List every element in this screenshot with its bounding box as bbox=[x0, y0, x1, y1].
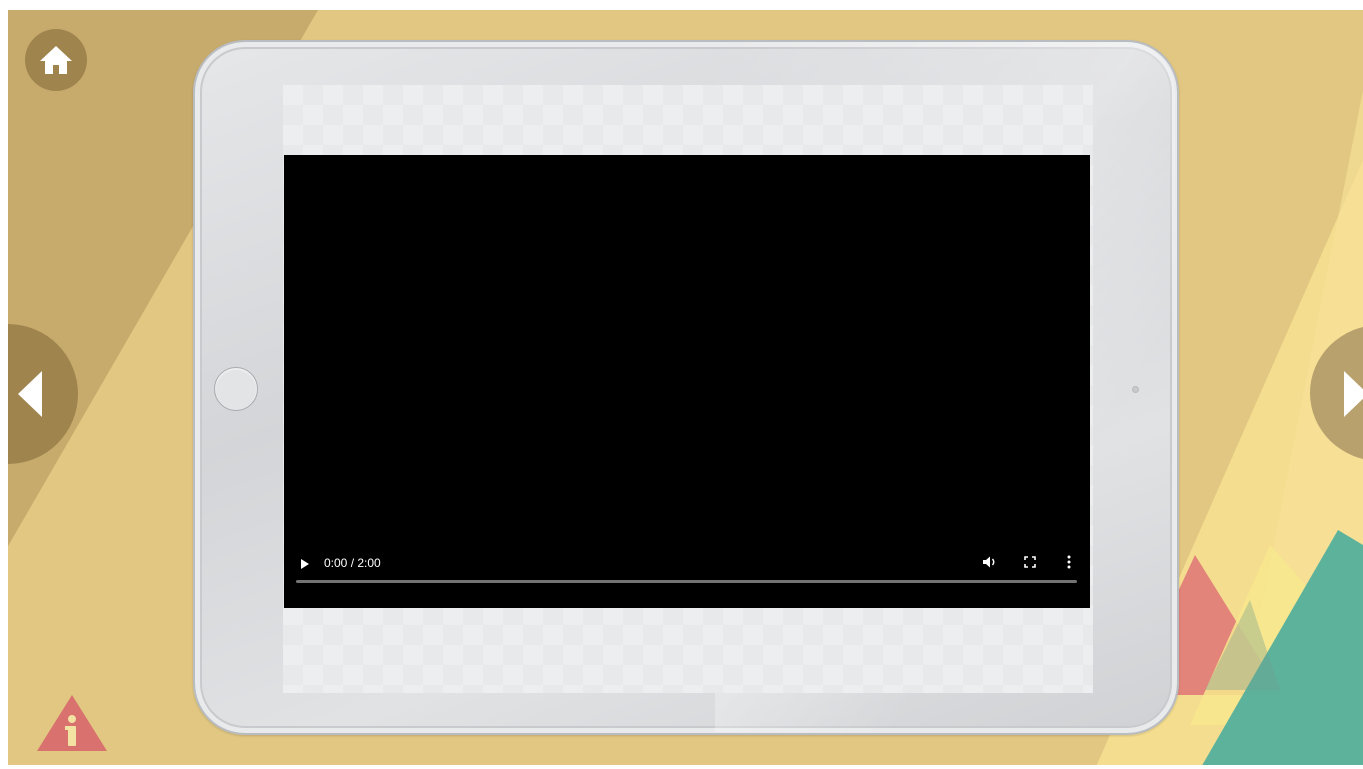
video-player[interactable]: 0:00 / 2:00 bbox=[284, 155, 1090, 608]
tablet-camera bbox=[1132, 386, 1139, 393]
info-icon bbox=[37, 695, 107, 751]
mute-button[interactable] bbox=[981, 553, 999, 571]
video-time-display: 0:00 / 2:00 bbox=[324, 556, 381, 570]
frame-left-edge bbox=[0, 0, 8, 769]
play-button[interactable] bbox=[296, 555, 314, 573]
video-controls: 0:00 / 2:00 bbox=[284, 548, 1090, 608]
video-progress-bar[interactable] bbox=[296, 580, 1077, 583]
play-icon bbox=[301, 559, 309, 569]
more-options-button[interactable] bbox=[1060, 553, 1078, 571]
info-button[interactable] bbox=[36, 694, 108, 752]
volume-icon bbox=[983, 556, 995, 568]
fullscreen-icon bbox=[1024, 556, 1036, 568]
frame-bottom-edge bbox=[0, 765, 1363, 769]
arrow-left-icon bbox=[18, 371, 42, 417]
arrow-right-icon bbox=[1344, 371, 1363, 417]
app-stage: 0:00 / 2:00 bbox=[0, 0, 1363, 769]
fullscreen-button[interactable] bbox=[1021, 553, 1039, 571]
more-vertical-icon bbox=[1067, 555, 1071, 569]
home-icon bbox=[40, 46, 72, 74]
home-button[interactable] bbox=[25, 29, 87, 91]
frame-top-edge bbox=[0, 0, 1363, 10]
tablet-home-hardware-button bbox=[214, 367, 258, 411]
